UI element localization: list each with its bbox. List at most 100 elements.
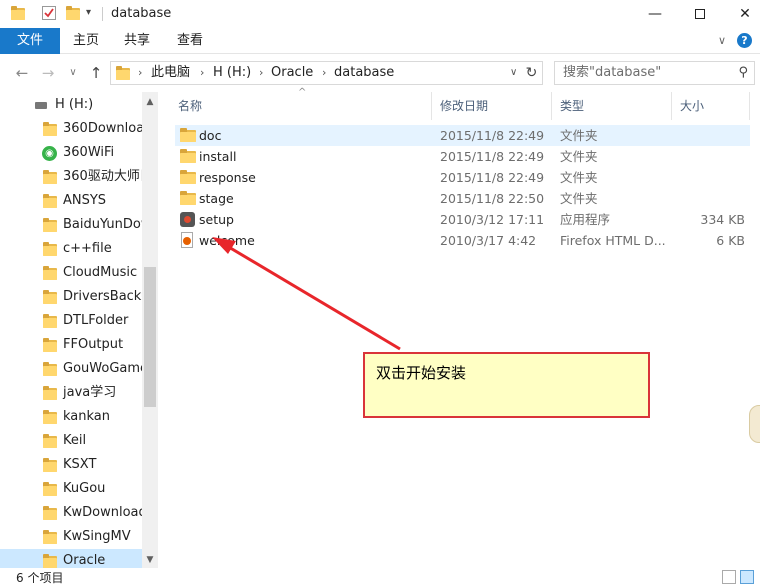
- file-name: stage: [199, 191, 234, 206]
- status-bar: 6 个项目: [0, 568, 760, 586]
- forward-arrow-icon[interactable]: →: [38, 62, 58, 84]
- folder-icon: [43, 242, 57, 256]
- breadcrumb-database[interactable]: database: [334, 62, 394, 84]
- file-row[interactable]: setup 2010/3/12 17:11 应用程序 334 KB: [175, 209, 750, 230]
- file-name: doc: [199, 128, 222, 143]
- folder-icon: [180, 170, 196, 184]
- column-header-name[interactable]: 名称: [170, 92, 432, 120]
- column-header-type[interactable]: 类型: [552, 92, 672, 120]
- file-row[interactable]: response 2015/11/8 22:49 文件夹: [175, 167, 750, 188]
- breadcrumb-separator[interactable]: ›: [322, 62, 326, 84]
- folder-icon: [43, 458, 57, 472]
- maximize-button[interactable]: [677, 0, 723, 28]
- search-icon[interactable]: ⚲: [738, 62, 748, 84]
- folder-icon: [43, 314, 57, 328]
- quick-access-dropdown-icon[interactable]: ▾: [86, 7, 91, 18]
- tree-item[interactable]: ◉ 360WiFi: [0, 141, 142, 165]
- tree-item[interactable]: java学习: [0, 381, 142, 405]
- minimize-button[interactable]: —: [632, 0, 678, 28]
- tree-item-label: CloudMusic: [63, 265, 138, 280]
- navigation-pane: H (H:) 360Download ◉ 360WiFi 360驱动大师目 ANSYS B…: [0, 92, 158, 568]
- properties-check-icon[interactable]: [42, 6, 56, 20]
- breadcrumb-oracle[interactable]: Oracle: [271, 62, 313, 84]
- folder-icon: [43, 554, 57, 568]
- tree-item[interactable]: KwSingMV: [0, 525, 142, 549]
- file-name: welcome: [199, 233, 255, 248]
- item-count: 6 个项目: [16, 571, 64, 585]
- breadcrumb-this-pc[interactable]: 此电脑: [151, 62, 190, 84]
- details-view-icon[interactable]: [722, 570, 736, 584]
- folder-icon: [43, 266, 57, 280]
- folder-icon: [180, 149, 196, 163]
- file-type: 文件夹: [560, 149, 598, 164]
- side-widget[interactable]: [749, 405, 760, 443]
- setup-app-icon: [180, 212, 195, 227]
- help-icon[interactable]: ?: [737, 33, 752, 48]
- new-folder-icon[interactable]: [66, 6, 80, 20]
- file-type: 文件夹: [560, 128, 598, 143]
- title-separator: [102, 7, 103, 21]
- title-bar: ▾ database — ✕: [0, 0, 760, 28]
- tab-home[interactable]: 主页: [66, 28, 106, 54]
- tree-item[interactable]: 360Download: [0, 117, 152, 141]
- folder-icon: [43, 338, 57, 352]
- file-row[interactable]: welcome 2010/3/17 4:42 Firefox HTML D... 6 …: [175, 230, 750, 251]
- tree-item-label: GouWoGame: [63, 361, 149, 376]
- window-folder-icon: [11, 6, 25, 20]
- large-icons-view-icon[interactable]: [740, 570, 754, 584]
- file-date: 2015/11/8 22:49: [440, 170, 545, 185]
- column-header-date[interactable]: 修改日期: [432, 92, 552, 120]
- tree-item[interactable]: DTLFolder: [0, 309, 142, 333]
- tree-item[interactable]: kankan: [0, 405, 142, 429]
- folder-icon: [43, 530, 57, 544]
- window-title: database: [111, 6, 172, 21]
- tree-item[interactable]: DriversBackup: [0, 285, 157, 309]
- tab-share[interactable]: 共享: [117, 28, 157, 54]
- file-row[interactable]: doc 2015/11/8 22:49 文件夹: [175, 125, 750, 146]
- file-row[interactable]: install 2015/11/8 22:49 文件夹: [175, 146, 750, 167]
- address-folder-icon: [116, 66, 130, 80]
- up-arrow-icon[interactable]: ↑: [87, 62, 105, 84]
- tab-view[interactable]: 查看: [170, 28, 210, 54]
- search-input[interactable]: 搜索"database" ⚲: [554, 61, 755, 85]
- file-name: install: [199, 149, 237, 164]
- file-list: ^ 名称 修改日期 类型 大小 doc 2015/11/8 22:49 文件夹 ins…: [170, 88, 760, 568]
- tree-item[interactable]: 360驱动大师目: [0, 165, 153, 189]
- tree-item[interactable]: CloudMusic: [0, 261, 142, 285]
- scroll-down-icon[interactable]: ▼: [142, 552, 158, 568]
- tree-item[interactable]: Oracle: [0, 549, 142, 568]
- tree-item[interactable]: Keil: [0, 429, 142, 453]
- file-date: 2010/3/12 17:11: [440, 212, 545, 227]
- breadcrumb-separator[interactable]: ›: [200, 62, 204, 84]
- tree-item[interactable]: KSXT: [0, 453, 142, 477]
- tree-item[interactable]: FFOutput: [0, 333, 142, 357]
- breadcrumb-separator[interactable]: ›: [138, 62, 142, 84]
- tree-item[interactable]: GouWoGame: [0, 357, 148, 381]
- tree-item[interactable]: KuGou: [0, 477, 142, 501]
- scroll-up-icon[interactable]: ▲: [142, 94, 158, 110]
- tree-item-drive[interactable]: H (H:): [0, 93, 142, 117]
- breadcrumb-separator[interactable]: ›: [259, 62, 263, 84]
- back-arrow-icon[interactable]: ←: [12, 62, 32, 84]
- tab-file[interactable]: 文件: [0, 28, 60, 54]
- recent-locations-chevron-icon[interactable]: ∨: [66, 62, 80, 84]
- tree-item-label: BaiduYunDow: [63, 217, 152, 232]
- navigation-bar: ← → ∨ ↑ › 此电脑 › H (H:) › Oracle › databa…: [0, 58, 760, 88]
- tree-item[interactable]: KwDownload: [0, 501, 147, 525]
- address-history-chevron-icon[interactable]: ∨: [510, 62, 517, 84]
- address-bar[interactable]: › 此电脑 › H (H:) › Oracle › database ∨: [110, 61, 543, 85]
- callout-text: 双击开始安装: [376, 364, 467, 382]
- tree-item[interactable]: ANSYS: [0, 189, 142, 213]
- tree-item-label: Oracle: [63, 553, 106, 568]
- nav-scrollbar[interactable]: ▲ ▼: [142, 92, 158, 568]
- column-header-size[interactable]: 大小: [672, 92, 750, 120]
- tree-item-label: java学习: [63, 385, 117, 400]
- close-button[interactable]: ✕: [722, 0, 760, 28]
- scroll-thumb[interactable]: [144, 267, 156, 407]
- breadcrumb-drive[interactable]: H (H:): [213, 62, 251, 84]
- file-row[interactable]: stage 2015/11/8 22:50 文件夹: [175, 188, 750, 209]
- ribbon-expand-icon[interactable]: ∨: [718, 34, 726, 47]
- refresh-icon[interactable]: ↻: [521, 61, 543, 85]
- tree-item[interactable]: c++file: [0, 237, 142, 261]
- tree-item[interactable]: BaiduYunDow: [0, 213, 152, 237]
